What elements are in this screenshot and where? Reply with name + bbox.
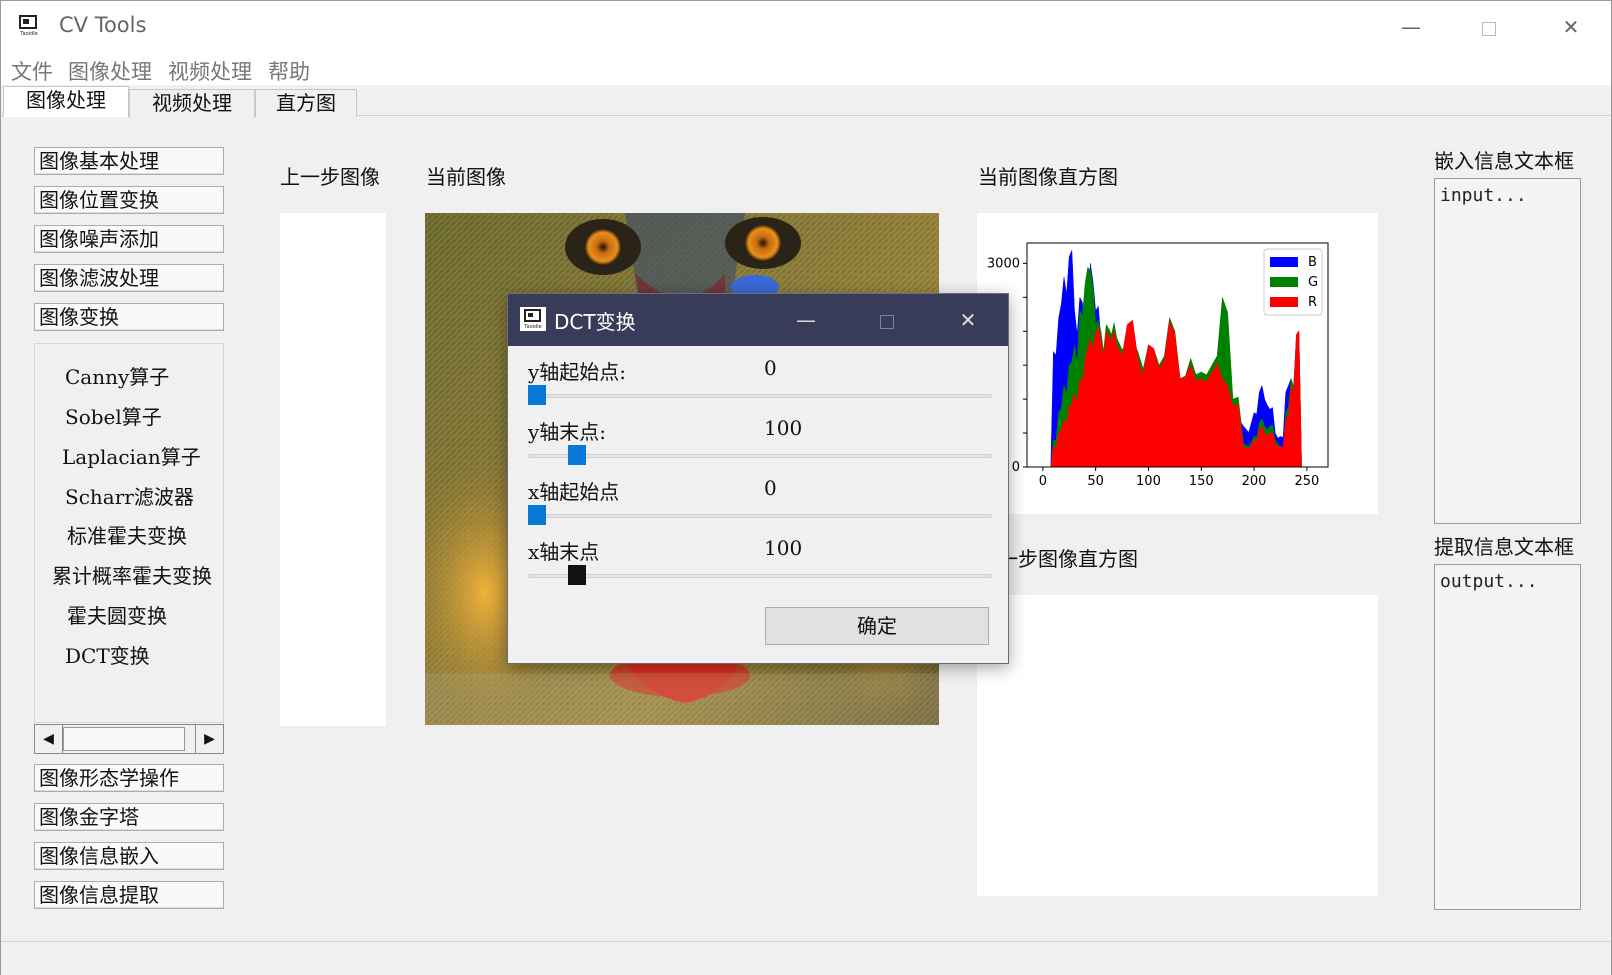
list-item-dct[interactable]: DCT变换 — [65, 640, 150, 669]
list-item-scharr[interactable]: Scharr滤波器 — [65, 481, 194, 510]
legend-label-B: B — [1308, 255, 1317, 270]
y-end-value: 100 — [764, 416, 803, 440]
extract-text-output[interactable]: output... — [1434, 564, 1581, 910]
x-end-slider[interactable] — [528, 564, 992, 588]
prev-image-label: 上一步图像 — [280, 165, 380, 189]
legend-label-G: G — [1308, 275, 1318, 290]
app-icon: Taoidle — [18, 15, 40, 37]
x-tick-label: 50 — [1087, 474, 1104, 489]
list-item-hough-probabilistic[interactable]: 累计概率霍夫变换 — [52, 560, 212, 589]
slider-handle[interactable] — [568, 565, 587, 585]
list-item-hough-standard[interactable]: 标准霍夫变换 — [67, 520, 187, 549]
slider-handle[interactable] — [568, 445, 587, 465]
minimize-button[interactable]: — — [1381, 11, 1441, 43]
slider-track — [528, 574, 992, 578]
x-tick-label: 150 — [1189, 474, 1214, 489]
extract-box-label: 提取信息文本框 — [1434, 535, 1574, 559]
slider-track — [528, 454, 992, 458]
slider-handle[interactable] — [528, 385, 546, 405]
dialog-minimize-button[interactable]: — — [786, 304, 826, 336]
btn-image-pyramid[interactable]: 图像金字塔 — [34, 803, 224, 831]
dialog-maximize-button[interactable] — [867, 304, 907, 336]
y-end-label: y轴末点: — [528, 420, 607, 444]
x-tick-label: 0 — [1039, 474, 1047, 489]
btn-image-embed[interactable]: 图像信息嵌入 — [34, 842, 224, 870]
tab-image-processing[interactable]: 图像处理 — [3, 86, 129, 117]
ok-button[interactable]: 确定 — [765, 607, 989, 645]
btn-image-noise[interactable]: 图像噪声添加 — [34, 225, 224, 253]
btn-image-basic[interactable]: 图像基本处理 — [34, 147, 224, 175]
y-start-slider[interactable] — [528, 384, 992, 408]
menu-help[interactable]: 帮助 — [268, 56, 310, 86]
x-tick-label: 100 — [1136, 474, 1161, 489]
status-bar — [1, 941, 1611, 975]
title-bar: Taoidle CV Tools — ✕ — [1, 1, 1611, 55]
dialog-app-icon: Taoidle — [520, 307, 546, 331]
y-tick-label: 3000 — [987, 256, 1020, 271]
menu-video-processing[interactable]: 视频处理 — [168, 56, 252, 86]
dialog-title-bar: Taoidle DCT变换 — ✕ — [508, 294, 1008, 346]
menu-image-processing[interactable]: 图像处理 — [68, 56, 152, 86]
tab-bar: 图像处理 视频处理 直方图 — [1, 86, 1611, 117]
list-item-laplacian[interactable]: Laplacian算子 — [62, 441, 201, 470]
dialog-title: DCT变换 — [554, 310, 636, 334]
y-start-label: y轴起始点: — [528, 360, 627, 384]
dct-dialog: Taoidle DCT变换 — ✕ y轴起始点: 0 y轴末点: 100 x轴起… — [507, 293, 1009, 664]
histogram-chart: 0 50 100 150 200 250 0 3000 BGR — [987, 242, 1329, 489]
slider-track — [528, 514, 992, 518]
maximize-icon — [1482, 21, 1496, 36]
x-start-label: x轴起始点 — [528, 480, 620, 504]
legend-label-R: R — [1308, 295, 1317, 310]
legend-swatch-B — [1270, 257, 1298, 267]
menu-file[interactable]: 文件 — [11, 56, 53, 86]
x-start-slider[interactable] — [528, 504, 992, 528]
svg-text:Taoidle: Taoidle — [523, 324, 541, 330]
tab-video-processing[interactable]: 视频处理 — [129, 89, 255, 117]
list-item-sobel[interactable]: Sobel算子 — [65, 401, 162, 430]
btn-image-position[interactable]: 图像位置变换 — [34, 186, 224, 214]
btn-image-transform[interactable]: 图像变换 — [34, 303, 224, 331]
prev-histogram-panel — [977, 595, 1378, 896]
y-start-value: 0 — [764, 356, 777, 380]
scroll-right-icon[interactable]: ▶ — [195, 725, 223, 753]
x-end-value: 100 — [764, 536, 803, 560]
maximize-button[interactable] — [1459, 11, 1519, 43]
list-item-hough-circle[interactable]: 霍夫圆变换 — [67, 600, 167, 629]
x-tick-label: 200 — [1242, 474, 1267, 489]
current-hist-label: 当前图像直方图 — [978, 165, 1118, 189]
dialog-maximize-icon — [880, 314, 894, 329]
svg-text:Taoidle: Taoidle — [19, 31, 37, 37]
legend-swatch-G — [1270, 277, 1298, 287]
x-end-label: x轴末点 — [528, 540, 600, 564]
window-title: CV Tools — [59, 13, 147, 37]
menu-bar: 文件 图像处理 视频处理 帮助 — [1, 55, 1611, 85]
scroll-left-icon[interactable]: ◀ — [35, 725, 63, 753]
embed-box-label: 嵌入信息文本框 — [1434, 149, 1574, 173]
transform-list: Canny算子 Sobel算子 Laplacian算子 Scharr滤波器 标准… — [34, 343, 224, 723]
btn-image-morphology[interactable]: 图像形态学操作 — [34, 764, 224, 792]
close-button[interactable]: ✕ — [1541, 11, 1601, 43]
tab-histogram[interactable]: 直方图 — [255, 89, 357, 117]
scroll-thumb[interactable] — [63, 727, 185, 751]
y-tick-label: 0 — [1012, 460, 1020, 475]
btn-image-extract[interactable]: 图像信息提取 — [34, 881, 224, 909]
current-image-label: 当前图像 — [426, 165, 506, 189]
btn-image-filter[interactable]: 图像滤波处理 — [34, 264, 224, 292]
y-end-slider[interactable] — [528, 444, 992, 468]
list-item-canny[interactable]: Canny算子 — [65, 361, 169, 390]
slider-handle[interactable] — [528, 505, 546, 525]
x-tick-label: 250 — [1294, 474, 1319, 489]
list-horizontal-scrollbar[interactable]: ◀ ▶ — [34, 724, 224, 754]
slider-track — [528, 394, 992, 398]
dialog-close-button[interactable]: ✕ — [948, 304, 988, 336]
main-window: Taoidle CV Tools — ✕ 文件 图像处理 视频处理 帮助 图像处… — [0, 0, 1612, 975]
embed-text-input[interactable]: input... — [1434, 178, 1581, 524]
legend-swatch-R — [1270, 297, 1298, 307]
prev-image-panel — [280, 213, 386, 726]
current-histogram: 0 50 100 150 200 250 0 3000 B G R — [977, 213, 1378, 514]
x-start-value: 0 — [764, 476, 777, 500]
